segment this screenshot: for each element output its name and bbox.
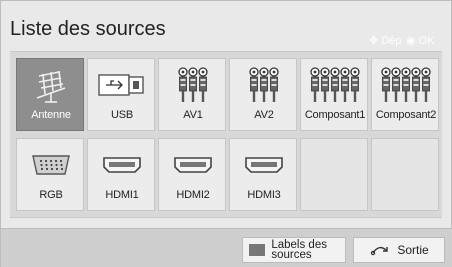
source-tile-hdmi3[interactable]: HDMI3 <box>229 138 297 211</box>
source-tile-label: HDMI3 <box>247 189 281 201</box>
source-tile-composant2[interactable]: Composant2 <box>371 58 439 131</box>
source-tile-av2[interactable]: AV2 <box>229 58 297 131</box>
source-tile-rgb[interactable]: RGB <box>16 138 84 211</box>
source-tile-label: HDMI1 <box>105 189 139 201</box>
vga-port-icon <box>17 145 85 185</box>
gray-key-icon <box>249 244 266 256</box>
source-tile-label: HDMI2 <box>176 189 210 201</box>
source-tile-empty-11 <box>371 138 439 211</box>
source-tile-label: RGB <box>39 189 63 201</box>
source-tile-hdmi2[interactable]: HDMI2 <box>158 138 226 211</box>
av-connector-icon <box>230 65 298 105</box>
antenna-icon <box>17 65 85 105</box>
source-tile-label: USB <box>110 109 134 121</box>
page-title: Liste des sources <box>10 18 166 40</box>
exit-label: Sortie <box>397 243 429 257</box>
hdmi-port-icon <box>159 145 227 185</box>
usb-icon <box>88 65 156 105</box>
source-tile-empty-10 <box>300 138 368 211</box>
source-tile-antenne[interactable]: Antenne <box>16 58 84 131</box>
source-tile-label: Antenne <box>31 109 71 121</box>
component-connector-icon <box>372 65 440 105</box>
source-tile-usb[interactable]: USB <box>87 58 155 131</box>
source-tile-label: Composant1 <box>304 109 366 121</box>
source-tile-label: AV2 <box>254 109 274 121</box>
ok-hint-label: OK <box>418 34 435 47</box>
source-tile-av1[interactable]: AV1 <box>158 58 226 131</box>
hdmi-port-icon <box>88 145 156 185</box>
move-hint-label: Dép <box>381 34 402 47</box>
header: Liste des sources ✥ Dép ◉ OK <box>1 1 452 47</box>
move-hint: ✥ Dép <box>369 34 402 48</box>
source-tile-composant1[interactable]: Composant1 <box>300 58 368 131</box>
source-list-panel: Liste des sources ✥ Dép ◉ OK Antenne USB A… <box>0 0 452 267</box>
ok-hint: ◉ OK <box>406 34 435 48</box>
source-grid: Antenne USB AV1 AV2 Composant1 Composant2 RGB H… <box>10 51 442 218</box>
ok-button-icon: ◉ <box>406 35 416 47</box>
source-labels-label: Labels des sources <box>271 239 327 261</box>
return-icon <box>371 246 389 256</box>
av-connector-icon <box>159 65 227 105</box>
source-tile-label: Composant2 <box>375 109 437 121</box>
source-tile-label: AV1 <box>183 109 203 121</box>
component-connector-icon <box>301 65 369 105</box>
source-tile-hdmi1[interactable]: HDMI1 <box>87 138 155 211</box>
navigate-icon: ✥ <box>369 35 379 47</box>
hdmi-port-icon <box>230 145 298 185</box>
source-labels-button[interactable]: Labels des sources <box>242 237 346 263</box>
footer-bar: Labels des sources Sortie <box>1 228 452 267</box>
exit-button[interactable]: Sortie <box>353 237 445 263</box>
